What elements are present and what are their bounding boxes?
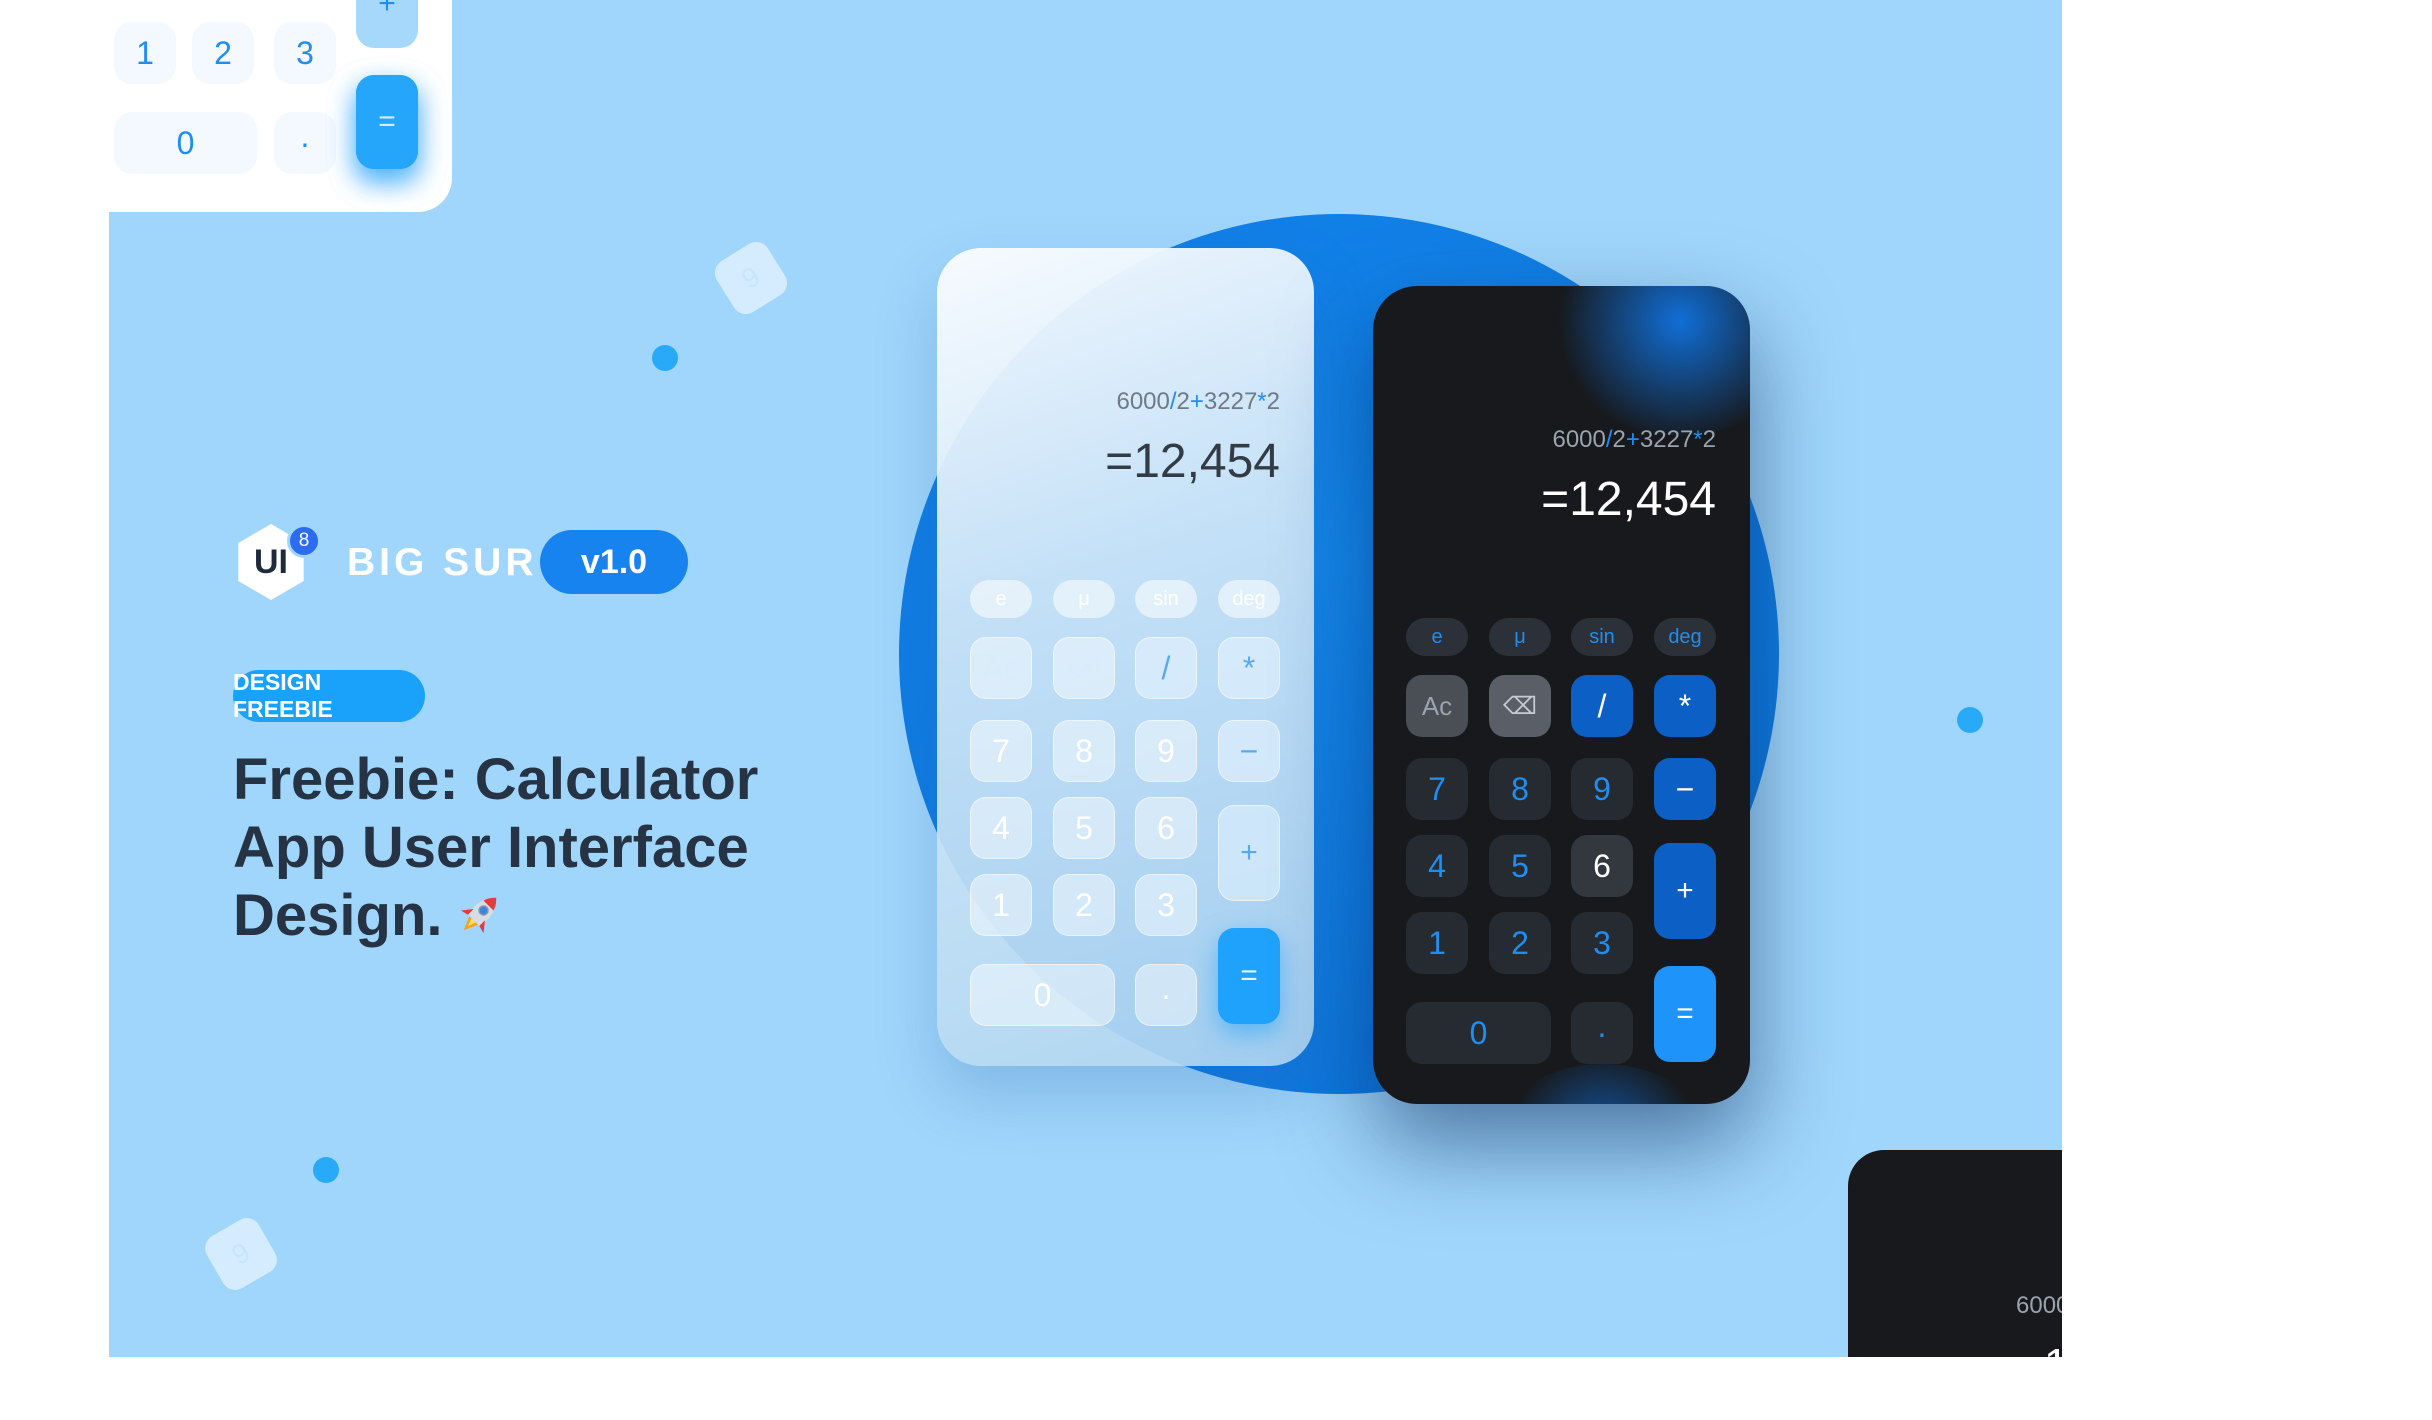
key-plus[interactable]: + bbox=[356, 0, 418, 48]
result-display: =12,454 bbox=[1105, 435, 1280, 488]
divide-button[interactable]: / bbox=[1571, 675, 1633, 737]
floating-tile: 9 bbox=[200, 1213, 282, 1295]
decimal-button[interactable]: · bbox=[1571, 1002, 1633, 1064]
key-1[interactable]: 1 bbox=[970, 874, 1032, 936]
backspace-icon[interactable]: ⌫ bbox=[1053, 637, 1115, 699]
key-1[interactable]: 1 bbox=[1406, 912, 1468, 974]
decor-dot bbox=[1957, 707, 1983, 733]
partial-dark-calculator: 6000 1 bbox=[1848, 1150, 2062, 1357]
product-name: BIG SUR bbox=[347, 541, 538, 584]
headline: Freebie: Calculator App User Interface D… bbox=[233, 746, 853, 950]
key-9[interactable]: 9 bbox=[1571, 758, 1633, 820]
divide-button[interactable]: / bbox=[1135, 637, 1197, 699]
key-6[interactable]: 6 bbox=[1135, 797, 1197, 859]
calculator-light: 6000/2+3227*2 =12,454 e μ sin deg Ac ⌫ /… bbox=[937, 248, 1314, 1066]
multiply-button[interactable]: * bbox=[1218, 637, 1280, 699]
key-3[interactable]: 3 bbox=[1135, 874, 1197, 936]
equals-button[interactable]: = bbox=[1218, 928, 1280, 1024]
fn-mu-button[interactable]: μ bbox=[1053, 580, 1115, 618]
plus-button[interactable]: + bbox=[1654, 843, 1716, 939]
fn-sin-button[interactable]: sin bbox=[1571, 618, 1633, 656]
design-freebie-tag: DESIGN FREEBIE bbox=[233, 669, 425, 722]
key-1[interactable]: 1 bbox=[114, 22, 176, 84]
headline-line: Freebie: Calculator bbox=[233, 747, 759, 812]
headline-line: Design. bbox=[233, 883, 443, 948]
key-8[interactable]: 8 bbox=[1053, 720, 1115, 782]
key-9[interactable]: 9 bbox=[1135, 720, 1197, 782]
decimal-button[interactable]: · bbox=[1135, 964, 1197, 1026]
result-display: 1 bbox=[2044, 1340, 2062, 1357]
floating-tile: 9 bbox=[709, 236, 793, 320]
key-3[interactable]: 3 bbox=[274, 22, 336, 84]
key-0[interactable]: 0 bbox=[114, 112, 257, 174]
decor-dot bbox=[652, 345, 678, 371]
key-5[interactable]: 5 bbox=[1053, 797, 1115, 859]
key-3[interactable]: 3 bbox=[1571, 912, 1633, 974]
multiply-button[interactable]: * bbox=[1654, 675, 1716, 737]
minus-button[interactable]: − bbox=[1654, 758, 1716, 820]
rocket-icon bbox=[460, 897, 496, 934]
expression-display: 6000/2+3227*2 bbox=[1552, 426, 1716, 453]
key-2[interactable]: 2 bbox=[1489, 912, 1551, 974]
decor-dot bbox=[313, 1157, 339, 1183]
logo-badge: 8 bbox=[287, 524, 321, 558]
backspace-icon[interactable]: ⌫ bbox=[1489, 675, 1551, 737]
key-dot[interactable]: · bbox=[274, 112, 336, 174]
key-4[interactable]: 4 bbox=[1406, 835, 1468, 897]
key-equals-visible[interactable]: = bbox=[356, 75, 418, 169]
key-2[interactable]: 2 bbox=[192, 22, 254, 84]
key-7[interactable]: 7 bbox=[1406, 758, 1468, 820]
key-7[interactable]: 7 bbox=[970, 720, 1032, 782]
version-badge: v1.0 bbox=[540, 530, 688, 594]
key-0[interactable]: 0 bbox=[1406, 1002, 1551, 1064]
key-5[interactable]: 5 bbox=[1489, 835, 1551, 897]
key-6[interactable]: 6 bbox=[1571, 835, 1633, 897]
headline-line: App User Interface bbox=[233, 815, 749, 880]
clear-button[interactable]: Ac bbox=[1406, 675, 1468, 737]
expression-display: 6000 bbox=[2016, 1292, 2062, 1319]
result-display: =12,454 bbox=[1541, 473, 1716, 526]
equals-button[interactable]: = bbox=[1654, 966, 1716, 1062]
fn-e-button[interactable]: e bbox=[970, 580, 1032, 618]
artboard: 1 2 3 0 · + = = 9 9 UI 8 BIG SUR v1.0 DE… bbox=[109, 0, 2062, 1357]
fn-mu-button[interactable]: μ bbox=[1489, 618, 1551, 656]
fn-deg-button[interactable]: deg bbox=[1654, 618, 1716, 656]
fn-e-button[interactable]: e bbox=[1406, 618, 1468, 656]
fn-deg-button[interactable]: deg bbox=[1218, 580, 1280, 618]
key-8[interactable]: 8 bbox=[1489, 758, 1551, 820]
key-4[interactable]: 4 bbox=[970, 797, 1032, 859]
expression-display: 6000/2+3227*2 bbox=[1116, 388, 1280, 415]
fn-sin-button[interactable]: sin bbox=[1135, 580, 1197, 618]
key-0[interactable]: 0 bbox=[970, 964, 1115, 1026]
minus-button[interactable]: − bbox=[1218, 720, 1280, 782]
key-2[interactable]: 2 bbox=[1053, 874, 1115, 936]
calculator-dark: 6000/2+3227*2 =12,454 e μ sin deg Ac ⌫ /… bbox=[1373, 286, 1750, 1104]
plus-button[interactable]: + bbox=[1218, 805, 1280, 901]
clear-button[interactable]: Ac bbox=[970, 637, 1032, 699]
